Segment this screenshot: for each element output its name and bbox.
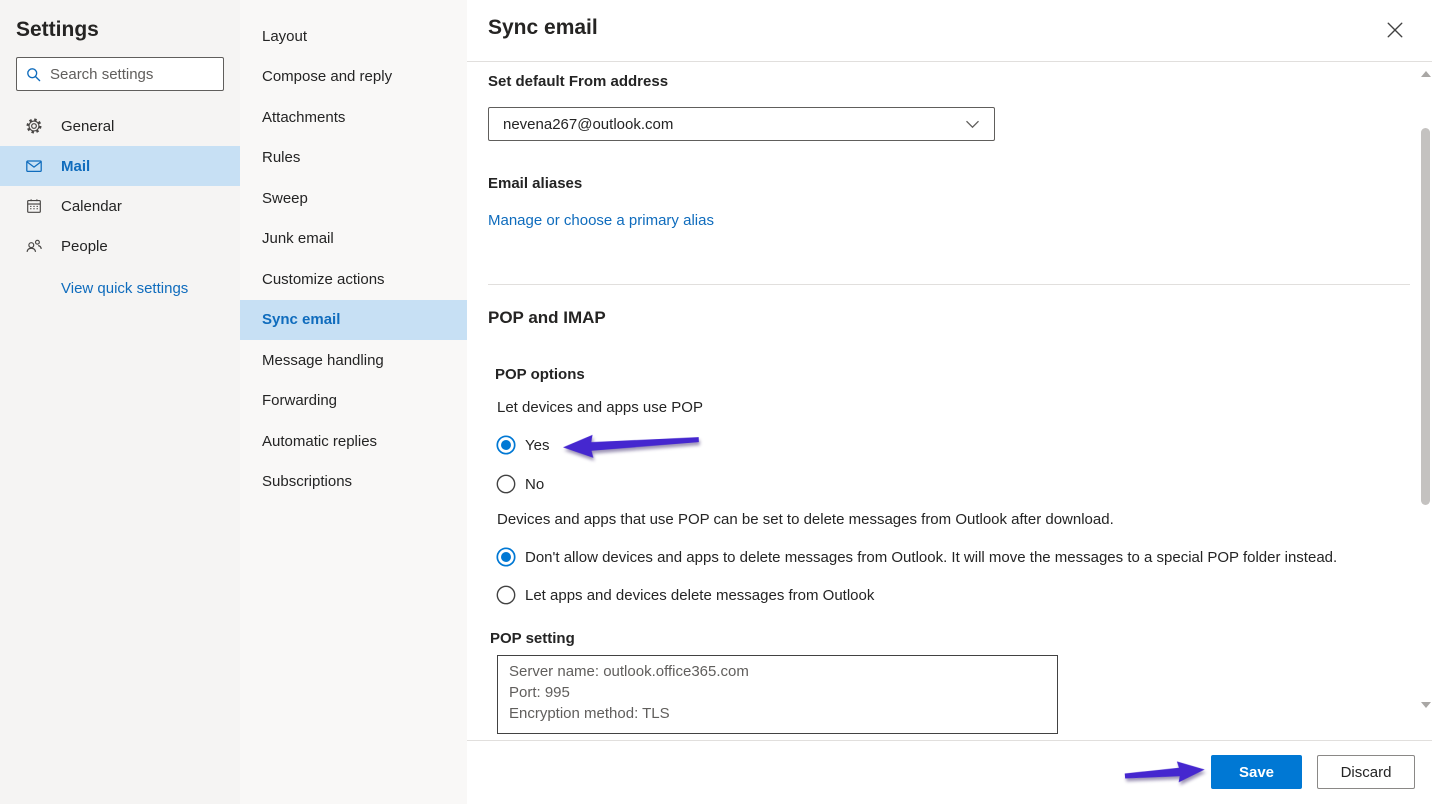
sidebar-item-calendar[interactable]: Calendar <box>0 186 240 226</box>
pop-setting-line: Encryption method: TLS <box>509 703 1046 724</box>
manage-alias-link[interactable]: Manage or choose a primary alias <box>488 212 714 229</box>
pop-setting-label: POP setting <box>490 630 575 647</box>
menu-item-customize-actions[interactable]: Customize actions <box>240 259 467 300</box>
radio-label: Let apps and devices delete messages fro… <box>525 587 874 604</box>
pop-setting-box[interactable]: Server name: outlook.office365.com Port:… <box>497 655 1058 734</box>
sidebar-item-general[interactable]: General <box>0 106 240 146</box>
gear-icon <box>25 117 43 135</box>
menu-item-attachments[interactable]: Attachments <box>240 97 467 138</box>
use-pop-label: Let devices and apps use POP <box>497 399 703 416</box>
menu-item-layout[interactable]: Layout <box>240 16 467 57</box>
email-aliases-label: Email aliases <box>488 175 582 192</box>
from-address-label: Set default From address <box>488 73 668 90</box>
search-settings-box[interactable] <box>16 57 224 91</box>
pop-imap-heading: POP and IMAP <box>488 308 606 328</box>
annotation-arrow-save <box>1122 756 1208 793</box>
radio-label: Yes <box>525 437 549 454</box>
radio-label: Don't allow devices and apps to delete m… <box>525 549 1337 566</box>
radio-label: No <box>525 476 544 493</box>
discard-button[interactable]: Discard <box>1317 755 1415 789</box>
pop-options-label: POP options <box>495 366 585 383</box>
menu-item-subscriptions[interactable]: Subscriptions <box>240 462 467 503</box>
pop-setting-line: Port: 995 <box>509 682 1046 703</box>
from-address-value: nevena267@outlook.com <box>503 116 965 133</box>
vertical-scrollbar[interactable] <box>1419 62 1432 740</box>
scrollbar-up-icon[interactable] <box>1421 71 1431 77</box>
menu-item-forwarding[interactable]: Forwarding <box>240 381 467 422</box>
sidebar-item-mail[interactable]: Mail <box>0 146 240 186</box>
radio-option-allow-delete[interactable]: Let apps and devices delete messages fro… <box>496 585 874 605</box>
people-icon <box>25 237 43 255</box>
from-address-dropdown[interactable]: nevena267@outlook.com <box>488 107 995 141</box>
radio-option-dont-allow-delete[interactable]: Don't allow devices and apps to delete m… <box>496 547 1402 567</box>
footer-bar: Save Discard <box>467 740 1432 804</box>
radio-selected-icon <box>496 435 516 455</box>
close-icon[interactable] <box>1386 21 1404 39</box>
search-icon <box>25 66 42 83</box>
sidebar-item-label: General <box>61 118 114 135</box>
section-divider <box>488 284 1410 285</box>
header-divider <box>467 61 1432 62</box>
menu-item-automatic-replies[interactable]: Automatic replies <box>240 421 467 462</box>
menu-item-rules[interactable]: Rules <box>240 138 467 179</box>
annotation-arrow-yes <box>560 429 701 466</box>
calendar-icon <box>25 197 43 215</box>
mail-icon <box>25 157 43 175</box>
page-title: Sync email <box>488 16 598 40</box>
sidebar-item-people[interactable]: People <box>0 226 240 266</box>
settings-nav-list: General Mail Calendar <box>0 106 240 266</box>
chevron-down-icon <box>965 120 980 129</box>
menu-item-sync-email[interactable]: Sync email <box>240 300 467 341</box>
pop-delete-label: Devices and apps that use POP can be set… <box>497 511 1114 528</box>
save-button[interactable]: Save <box>1211 755 1302 789</box>
menu-item-junk-email[interactable]: Junk email <box>240 219 467 260</box>
radio-option-no[interactable]: No <box>496 474 544 494</box>
sidebar-item-label: People <box>61 238 108 255</box>
radio-selected-icon <box>496 547 516 567</box>
mail-settings-menu: Layout Compose and reply Attachments Rul… <box>240 0 467 804</box>
settings-sidebar: Settings General <box>0 0 240 804</box>
pop-setting-line: Server name: outlook.office365.com <box>509 661 1046 682</box>
scrollbar-down-icon[interactable] <box>1421 702 1431 708</box>
search-input[interactable] <box>50 66 249 83</box>
sync-email-panel: Sync email Set default From address neve… <box>467 0 1432 804</box>
view-quick-settings-link[interactable]: View quick settings <box>61 280 188 297</box>
radio-unselected-icon <box>496 474 516 494</box>
sidebar-item-label: Mail <box>61 158 90 175</box>
scrollbar-thumb[interactable] <box>1421 128 1430 505</box>
menu-item-compose-and-reply[interactable]: Compose and reply <box>240 57 467 98</box>
radio-unselected-icon <box>496 585 516 605</box>
radio-option-yes[interactable]: Yes <box>496 435 549 455</box>
menu-item-message-handling[interactable]: Message handling <box>240 340 467 381</box>
sidebar-item-label: Calendar <box>61 198 122 215</box>
menu-item-sweep[interactable]: Sweep <box>240 178 467 219</box>
settings-title: Settings <box>0 0 240 42</box>
